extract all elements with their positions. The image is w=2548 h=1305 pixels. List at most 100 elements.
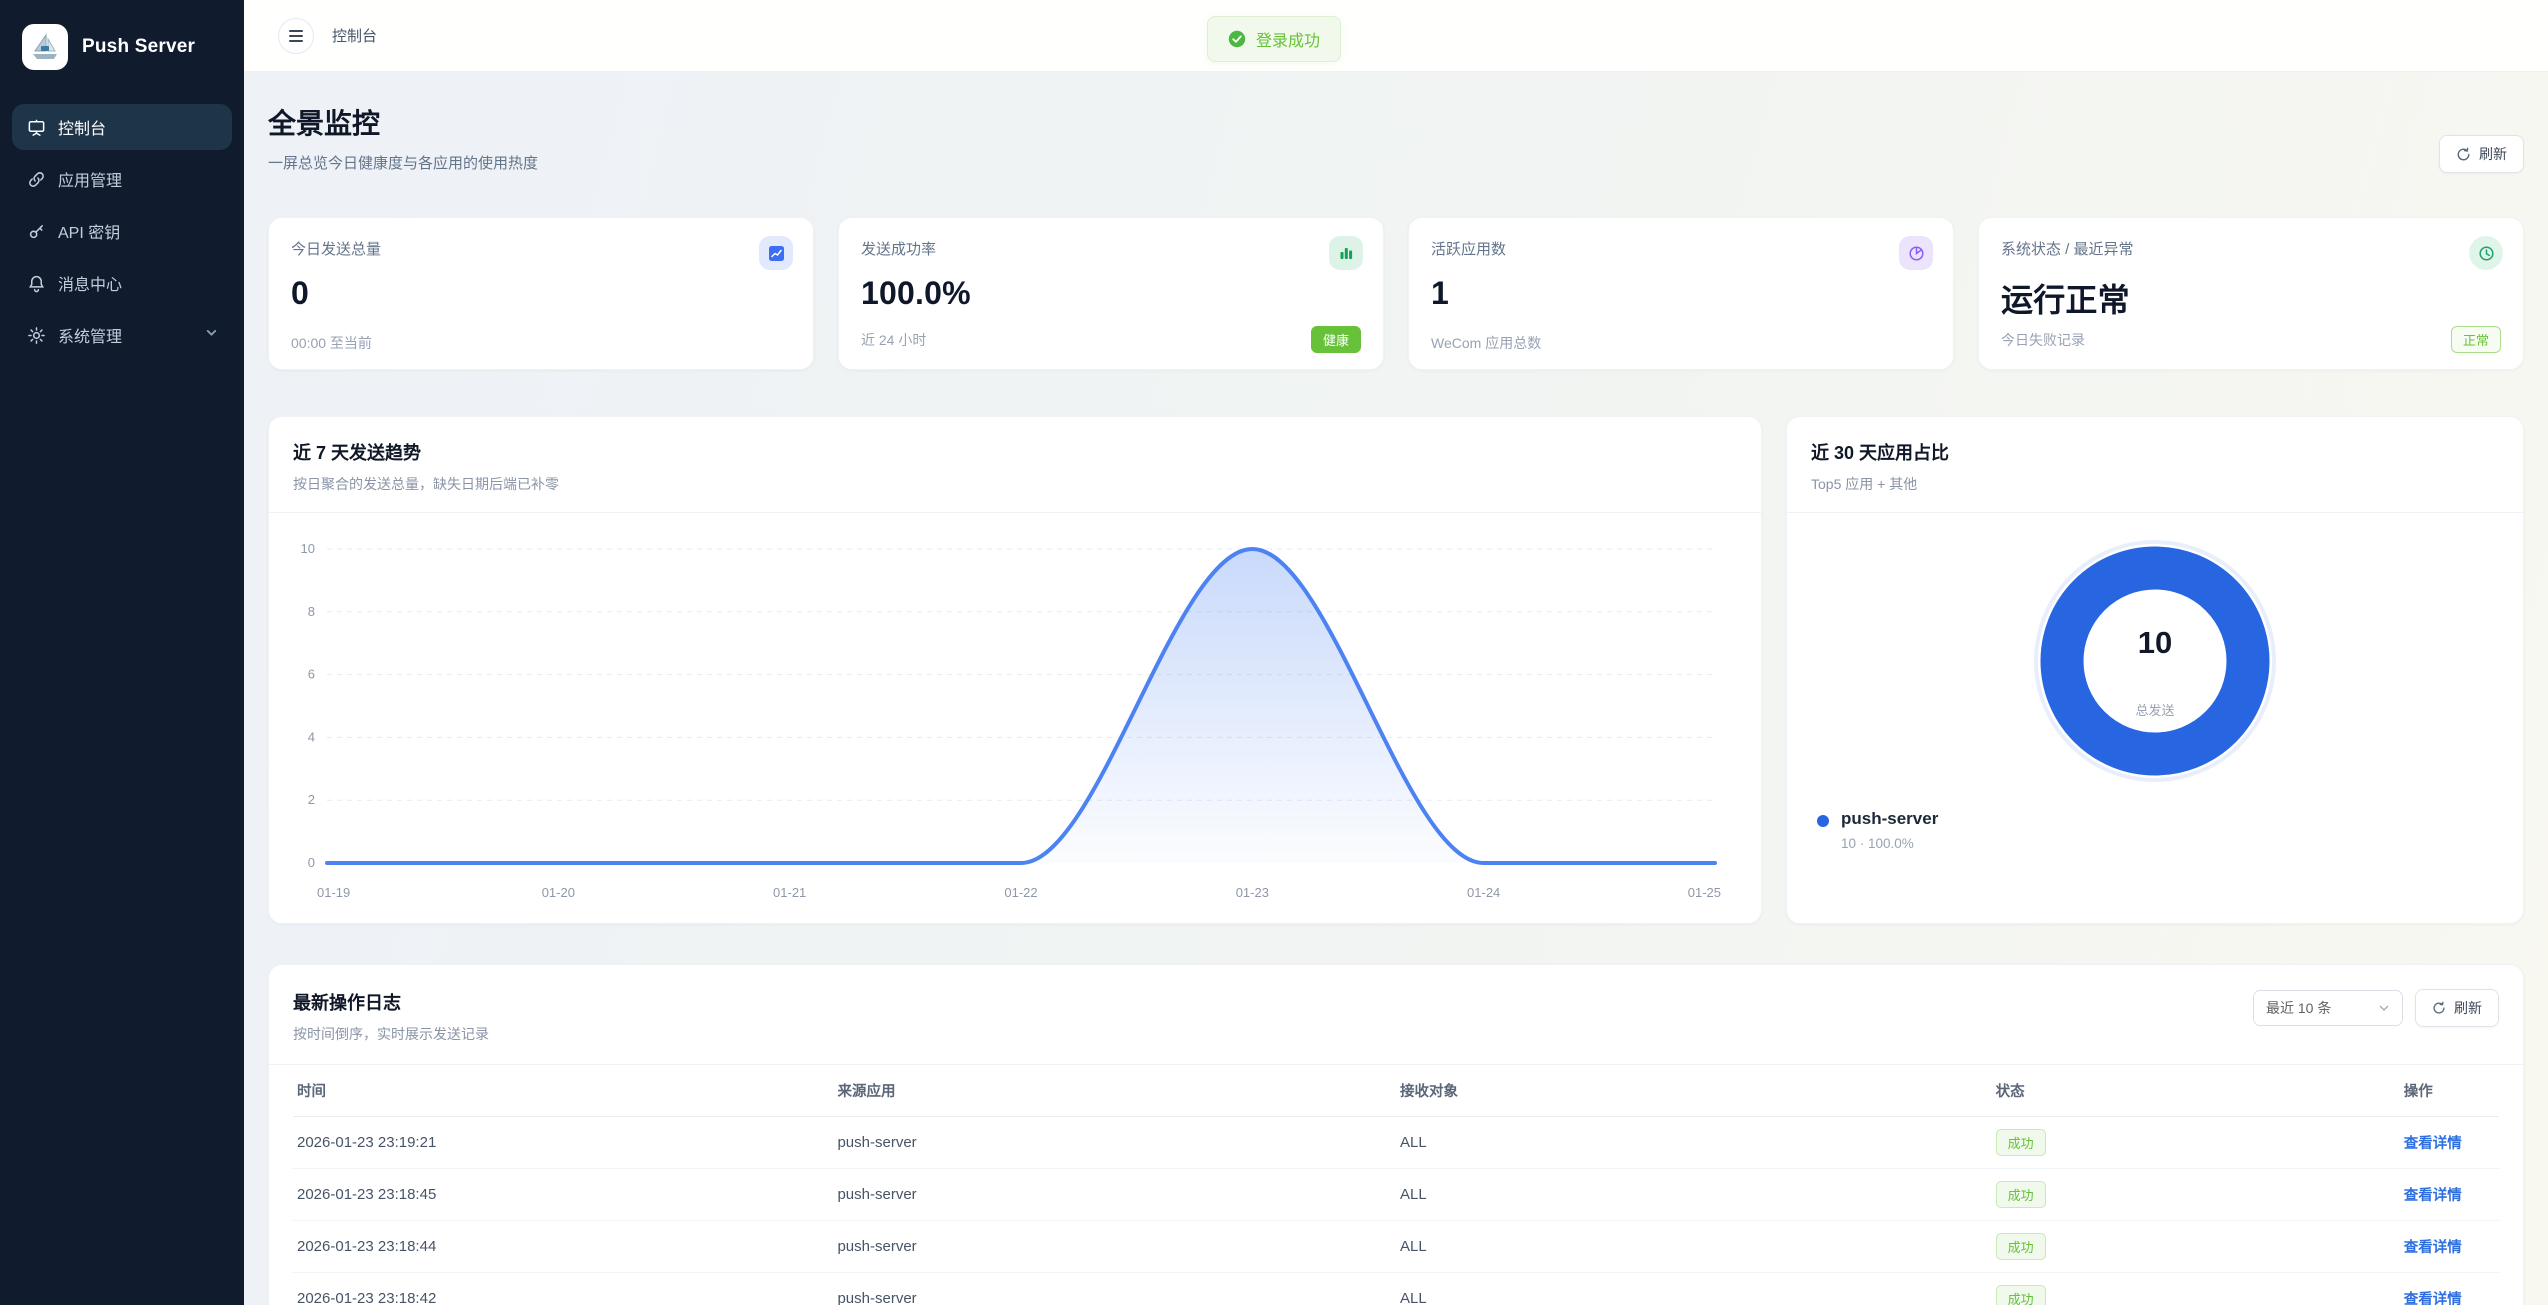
collapse-sidebar-button[interactable] [278, 18, 314, 54]
logs-title: 最新操作日志 [293, 989, 489, 1015]
status-pill: 成功 [1996, 1233, 2046, 1260]
status-pill: 成功 [1996, 1285, 2046, 1305]
stat-card-total-sent: 今日发送总量 0 00:00 至当前 [268, 217, 814, 370]
log-count-select[interactable]: 最近 10 条 [2253, 990, 2403, 1026]
trend-card-title: 近 7 天发送趋势 [293, 439, 1737, 465]
sidebar-item-system[interactable]: 系统管理 [12, 312, 232, 358]
sidebar-nav: 控制台 应用管理 API 密钥 [0, 104, 244, 358]
select-value: 最近 10 条 [2266, 998, 2331, 1018]
sidebar-item-label: 应用管理 [58, 167, 122, 191]
col-status: 状态 [1992, 1065, 2400, 1117]
trend-chart[interactable]: 024681001-1901-2001-2101-2201-2301-2401-… [269, 513, 1761, 936]
svg-text:01-24: 01-24 [1467, 885, 1500, 900]
donut-center-value: 10 [2138, 625, 2172, 660]
breadcrumb: 控制台 [332, 25, 377, 46]
svg-text:0: 0 [308, 855, 315, 870]
table-row: 2026-01-23 23:18:45 push-server ALL 成功 查… [293, 1169, 2499, 1221]
status-badge-normal: 正常 [2451, 326, 2501, 353]
logs-card: 最新操作日志 按时间倒序，实时展示发送记录 最近 10 条 刷新 [268, 964, 2524, 1305]
stat-value: 0 [291, 275, 791, 312]
cell-target: ALL [1396, 1221, 1992, 1273]
svg-text:2: 2 [308, 792, 315, 807]
page-header: 全景监控 一屏总览今日健康度与各应用的使用热度 刷新 [268, 102, 2524, 173]
view-detail-link[interactable]: 查看详情 [2404, 1188, 2462, 1204]
svg-text:01-20: 01-20 [542, 885, 575, 900]
topbar: 控制台 [244, 0, 2548, 72]
view-detail-link[interactable]: 查看详情 [2404, 1136, 2462, 1152]
svg-text:8: 8 [308, 604, 315, 619]
legend-name: push-server [1841, 809, 1938, 829]
cell-app: push-server [833, 1273, 1396, 1305]
cell-target: ALL [1396, 1169, 1992, 1221]
refresh-icon [2456, 147, 2471, 162]
sidebar-item-apps[interactable]: 应用管理 [12, 156, 232, 202]
stat-foot: WeCom 应用总数 [1431, 333, 1541, 353]
logs-table: 时间 来源应用 接收对象 状态 操作 2026-01-23 23:19:21 p… [293, 1065, 2499, 1305]
table-header-row: 时间 来源应用 接收对象 状态 操作 [293, 1065, 2499, 1117]
toast-login-success: 登录成功 [1207, 16, 1341, 62]
donut-legend-item[interactable]: push-server 10 · 100.0% [1817, 809, 1938, 851]
app-name: Push Server [82, 36, 195, 58]
cell-target: ALL [1396, 1273, 1992, 1305]
table-row: 2026-01-23 23:19:21 push-server ALL 成功 查… [293, 1117, 2499, 1169]
stat-card-system-status: 系统状态 / 最近异常 运行正常 今日失败记录 正常 [1978, 217, 2524, 370]
donut-chart-card: 近 30 天应用占比 Top5 应用 + 其他 10 总发送 push-serv… [1786, 416, 2524, 924]
stat-label: 系统状态 / 最近异常 [2001, 238, 2501, 259]
trend-card-subtitle: 按日聚合的发送总量，缺失日期后端已补零 [293, 474, 1737, 494]
refresh-label: 刷新 [2454, 998, 2482, 1018]
svg-text:10: 10 [301, 541, 315, 556]
key-icon [26, 221, 46, 241]
dashboard-icon [26, 117, 46, 137]
app-logo [22, 24, 68, 70]
line-area-chart: 024681001-1901-2001-2101-2201-2301-2401-… [283, 533, 1729, 931]
sidebar-item-label: API 密钥 [58, 219, 120, 243]
svg-text:01-22: 01-22 [1004, 885, 1037, 900]
sidebar-item-label: 消息中心 [58, 271, 122, 295]
page-title: 全景监控 [268, 102, 538, 142]
cell-app: push-server [833, 1221, 1396, 1273]
pie-chart-icon [1899, 236, 1933, 270]
donut-card-subtitle: Top5 应用 + 其他 [1811, 474, 2499, 494]
col-source-app: 来源应用 [833, 1065, 1396, 1117]
status-pill: 成功 [1996, 1129, 2046, 1156]
stat-foot: 00:00 至当前 [291, 333, 372, 353]
sidebar-item-messages[interactable]: 消息中心 [12, 260, 232, 306]
table-row: 2026-01-23 23:18:42 push-server ALL 成功 查… [293, 1273, 2499, 1305]
logs-refresh-button[interactable]: 刷新 [2415, 989, 2499, 1027]
clock-icon [2469, 236, 2503, 270]
check-circle-icon [1228, 30, 1246, 48]
trend-chart-icon [759, 236, 793, 270]
cell-app: push-server [833, 1117, 1396, 1169]
svg-text:01-19: 01-19 [317, 885, 350, 900]
cell-time: 2026-01-23 23:18:44 [293, 1221, 833, 1273]
stat-card-success-rate: 发送成功率 100.0% 近 24 小时 健康 [838, 217, 1384, 370]
legend-dot [1817, 815, 1829, 827]
status-badge-healthy: 健康 [1311, 326, 1361, 353]
donut-card-title: 近 30 天应用占比 [1811, 439, 2499, 465]
chevron-down-icon [205, 326, 218, 344]
donut-chart[interactable]: 10 总发送 [2033, 539, 2277, 783]
sidebar-item-api-keys[interactable]: API 密钥 [12, 208, 232, 254]
stat-label: 今日发送总量 [291, 238, 791, 259]
stat-value: 运行正常 [2001, 275, 2501, 321]
gear-icon [26, 325, 46, 345]
sidebar-item-dashboard[interactable]: 控制台 [12, 104, 232, 150]
svg-text:01-23: 01-23 [1236, 885, 1269, 900]
stat-card-active-apps: 活跃应用数 1 WeCom 应用总数 [1408, 217, 1954, 370]
menu-icon [288, 29, 304, 43]
view-detail-link[interactable]: 查看详情 [2404, 1240, 2462, 1256]
cell-time: 2026-01-23 23:18:42 [293, 1273, 833, 1305]
stat-value: 1 [1431, 275, 1931, 312]
legend-detail: 10 · 100.0% [1841, 836, 1938, 851]
sailboat-icon [29, 31, 61, 63]
cell-time: 2026-01-23 23:19:21 [293, 1117, 833, 1169]
view-detail-link[interactable]: 查看详情 [2404, 1292, 2462, 1305]
app-logo-row: Push Server [0, 0, 244, 90]
page-refresh-button[interactable]: 刷新 [2439, 135, 2524, 173]
chevron-down-icon [2378, 1002, 2390, 1014]
col-action: 操作 [2400, 1065, 2499, 1117]
col-time: 时间 [293, 1065, 833, 1117]
refresh-icon [2432, 1001, 2446, 1015]
main-content: 全景监控 一屏总览今日健康度与各应用的使用热度 刷新 今日发送总量 0 00:0… [244, 72, 2548, 1305]
col-target: 接收对象 [1396, 1065, 1992, 1117]
